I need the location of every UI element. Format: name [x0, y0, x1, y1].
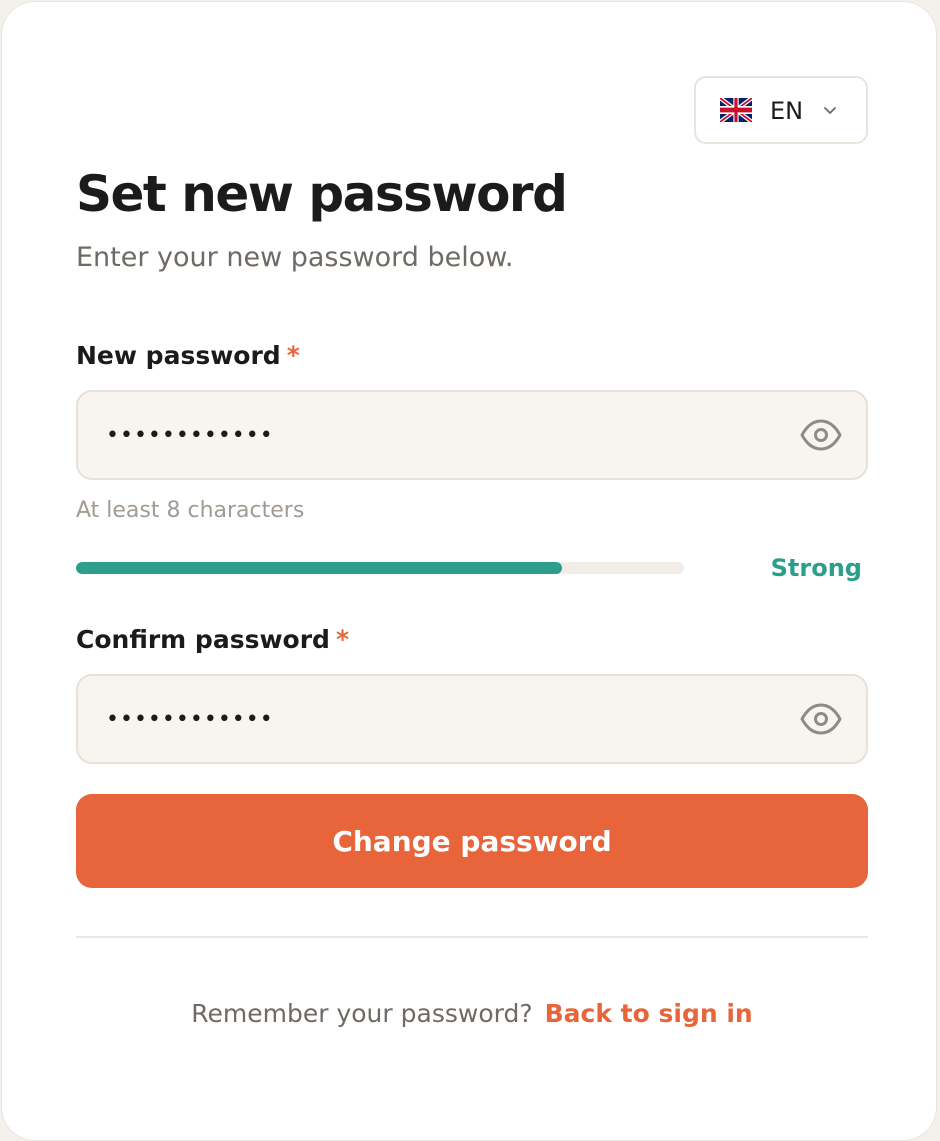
- eye-icon[interactable]: [800, 418, 842, 452]
- confirm-password-field: [76, 674, 868, 764]
- footer-prompt: Remember your password?: [191, 999, 533, 1028]
- confirm-password-label: Confirm password *: [76, 624, 349, 656]
- set-password-card: EN Set new password Enter your new passw…: [1, 1, 937, 1141]
- new-password-input[interactable]: [106, 392, 766, 478]
- confirm-password-input[interactable]: [106, 676, 766, 762]
- footer: Remember your password? Back to sign in: [2, 996, 940, 1032]
- new-password-field: [76, 390, 868, 480]
- required-marker: *: [286, 341, 300, 370]
- chevron-down-icon: [824, 107, 836, 114]
- divider: [76, 936, 868, 938]
- new-password-label-text: New password: [76, 341, 281, 370]
- password-strength-label: Strong: [770, 554, 862, 582]
- change-password-button[interactable]: Change password: [76, 794, 868, 888]
- password-strength-fill: [76, 562, 563, 574]
- confirm-password-label-text: Confirm password: [76, 625, 330, 654]
- language-selector[interactable]: EN: [694, 76, 868, 144]
- page-title: Set new password: [76, 165, 568, 223]
- eye-icon[interactable]: [800, 702, 842, 736]
- uk-flag-icon: [720, 98, 752, 122]
- page-subtitle: Enter your new password below.: [76, 242, 514, 273]
- language-code: EN: [770, 97, 804, 125]
- new-password-label: New password *: [76, 340, 300, 372]
- password-hint: At least 8 characters: [76, 498, 305, 523]
- required-marker: *: [335, 625, 350, 654]
- password-strength-bar: [76, 562, 684, 574]
- back-to-sign-in-link[interactable]: Back to sign in: [545, 999, 753, 1028]
